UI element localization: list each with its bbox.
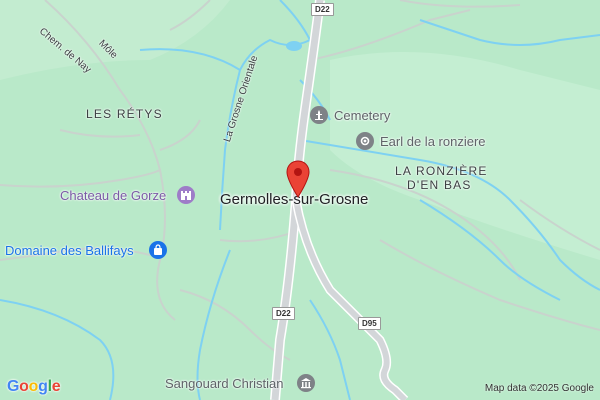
cemetery-icon[interactable] — [310, 106, 328, 124]
poi-label-cemetery[interactable]: Cemetery — [334, 108, 390, 123]
castle-icon[interactable] — [177, 186, 195, 204]
poi-label-earl[interactable]: Earl de la ronziere — [380, 134, 486, 149]
map-pin-icon[interactable] — [286, 160, 310, 198]
logo-letter: g — [38, 378, 48, 395]
road-shield-d22-top: D22 — [311, 3, 334, 16]
google-logo[interactable]: Google — [7, 378, 61, 396]
map-attribution[interactable]: Map data ©2025 Google — [485, 383, 594, 394]
poi-label-sangouard[interactable]: Sangouard Christian — [165, 376, 284, 391]
poi-label-domaine[interactable]: Domaine des Ballifays — [5, 243, 134, 258]
pond — [286, 41, 302, 51]
road-shield-d22-bottom: D22 — [272, 307, 295, 320]
place-label-la-ronziere-1: LA RONZIÈRE — [395, 164, 488, 178]
poi-label-chateau[interactable]: Chateau de Gorze — [60, 188, 166, 203]
road-shield-d95: D95 — [358, 317, 381, 330]
building-icon[interactable] — [297, 374, 315, 392]
location-marker[interactable] — [286, 160, 310, 198]
logo-letter: o — [19, 378, 29, 395]
map-canvas[interactable]: Chem. de Nay Môle La Grosne Orientale LE… — [0, 0, 600, 400]
place-label-la-ronziere-2: D'EN BAS — [407, 178, 472, 192]
logo-letter: e — [51, 378, 61, 395]
pin-dot-icon[interactable] — [356, 132, 374, 150]
place-label-les-retys: LES RÉTYS — [86, 107, 163, 121]
shopping-bag-icon[interactable] — [149, 241, 167, 259]
logo-letter: G — [7, 378, 20, 395]
logo-letter: o — [28, 378, 39, 395]
